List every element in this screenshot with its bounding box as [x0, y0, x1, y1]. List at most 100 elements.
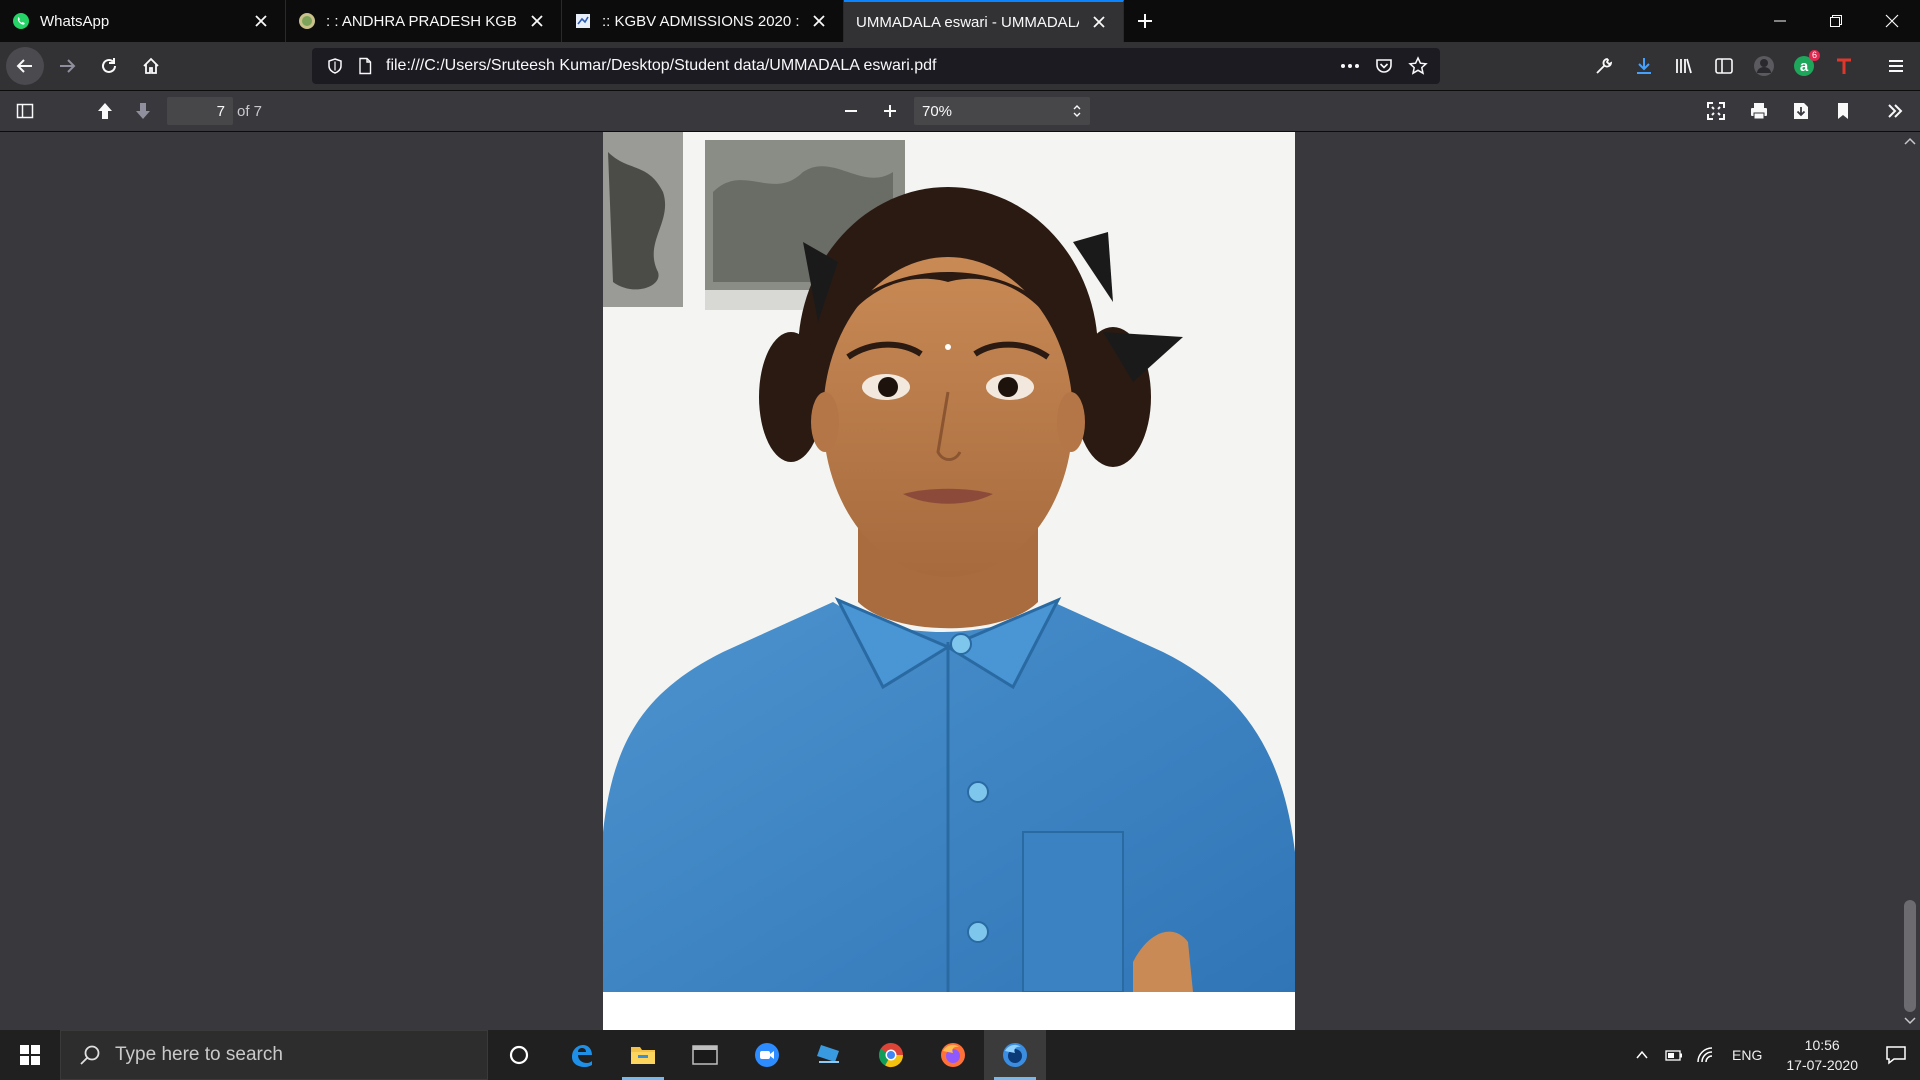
- taskbar-search[interactable]: Type here to search: [60, 1030, 488, 1080]
- scrollbar-thumb[interactable]: [1904, 900, 1916, 1012]
- bookmark-button[interactable]: [1824, 95, 1862, 127]
- scroll-down-icon[interactable]: [1900, 1014, 1920, 1028]
- shield-icon[interactable]: [326, 57, 344, 75]
- menu-icon[interactable]: [1876, 46, 1916, 86]
- bookmark-icon: [1838, 103, 1848, 119]
- wrench-icon[interactable]: [1584, 46, 1624, 86]
- presentation-mode-button[interactable]: [1697, 95, 1735, 127]
- zoom-value: 70%: [922, 102, 953, 120]
- start-button[interactable]: [0, 1030, 60, 1080]
- taskbar-app-presenter[interactable]: [798, 1030, 860, 1080]
- taskbar-zoom[interactable]: [736, 1030, 798, 1080]
- page-number-input[interactable]: [167, 97, 233, 125]
- taskbar-edge[interactable]: [550, 1030, 612, 1080]
- more-actions-icon[interactable]: [1338, 54, 1362, 78]
- close-window-button[interactable]: [1864, 0, 1920, 42]
- taskbar-firefox-nightly[interactable]: [984, 1030, 1046, 1080]
- notification-badge: 6: [1808, 50, 1820, 61]
- show-hidden-icons-button[interactable]: [1626, 1030, 1658, 1080]
- taskbar-file-explorer[interactable]: [612, 1030, 674, 1080]
- clock-time: 10:56: [1804, 1037, 1840, 1053]
- taskbar-clock[interactable]: 10:56 17-07-2020: [1772, 1035, 1872, 1075]
- arrow-left-icon: [16, 59, 32, 73]
- tools-button[interactable]: [1876, 95, 1914, 127]
- zoom-out-button[interactable]: [832, 95, 870, 127]
- close-icon[interactable]: [249, 9, 273, 33]
- input-language[interactable]: ENG: [1722, 1047, 1772, 1063]
- extension-a-icon[interactable]: a 6: [1784, 46, 1824, 86]
- system-tray: ENG 10:56 17-07-2020: [1626, 1030, 1920, 1080]
- print-button[interactable]: [1740, 95, 1778, 127]
- window-controls: [1752, 0, 1920, 42]
- toolbar-right: a 6: [1584, 42, 1920, 90]
- account-icon[interactable]: [1744, 46, 1784, 86]
- tab-whatsapp[interactable]: WhatsApp: [0, 0, 286, 42]
- extension-t-icon[interactable]: [1824, 46, 1864, 86]
- restore-icon: [1830, 15, 1842, 27]
- file-icon: [359, 57, 372, 75]
- close-icon: [1885, 14, 1899, 28]
- library-icon[interactable]: [1664, 46, 1704, 86]
- download-icon: [1794, 103, 1808, 119]
- taskbar-firefox[interactable]: [922, 1030, 984, 1080]
- folder-icon: [631, 1047, 655, 1064]
- bookmark-star-icon[interactable]: [1406, 54, 1430, 78]
- battery-button[interactable]: [1658, 1030, 1690, 1080]
- notification-icon: [1886, 1046, 1906, 1065]
- previous-page-button[interactable]: [86, 95, 124, 127]
- tab-andhra-pradesh-kgbv[interactable]: : : ANDHRA PRADESH KGBV : :: [286, 0, 562, 42]
- search-placeholder: Type here to search: [115, 1044, 283, 1065]
- scroll-up-icon[interactable]: [1900, 134, 1920, 148]
- taskbar-chrome[interactable]: [860, 1030, 922, 1080]
- pocket-icon[interactable]: [1372, 54, 1396, 78]
- back-button[interactable]: [6, 47, 44, 85]
- minimize-icon: [1774, 20, 1786, 22]
- sidebar-toggle-icon: [16, 103, 34, 119]
- minimize-button[interactable]: [1752, 0, 1808, 42]
- zoom-select[interactable]: 70%: [914, 97, 1090, 125]
- fullscreen-icon: [1707, 102, 1725, 120]
- reload-icon: [102, 58, 116, 73]
- cortana-circle-icon: [509, 1045, 529, 1065]
- tab-kgbv-admissions[interactable]: :: KGBV ADMISSIONS 2020 ::: [562, 0, 844, 42]
- download-icon[interactable]: [1624, 46, 1664, 86]
- toggle-sidebar-button[interactable]: [6, 95, 44, 127]
- address-bar[interactable]: file:///C:/Users/Sruteesh Kumar/Desktop/…: [312, 48, 1440, 84]
- double-chevron-right-icon: [1888, 104, 1903, 118]
- taskbar-terminal[interactable]: [674, 1030, 736, 1080]
- battery-icon: [1665, 1050, 1683, 1061]
- zoom-in-button[interactable]: [871, 95, 909, 127]
- chevron-up-icon: [1636, 1050, 1648, 1059]
- tab-ummadala-eswari[interactable]: UMMADALA eswari - UMMADALA: [844, 0, 1124, 42]
- pdf-viewer[interactable]: [0, 132, 1920, 1030]
- video-camera-icon: [755, 1043, 779, 1067]
- close-icon[interactable]: [1087, 10, 1111, 34]
- pdf-page: [603, 132, 1295, 1030]
- network-button[interactable]: [1690, 1030, 1722, 1080]
- svg-text:a: a: [1800, 58, 1809, 75]
- updown-caret-icon: [1072, 103, 1082, 123]
- sidebar-toggle-icon[interactable]: [1704, 46, 1744, 86]
- tab-title: WhatsApp: [40, 12, 110, 30]
- restore-button[interactable]: [1808, 0, 1864, 42]
- chrome-icon: [878, 1043, 903, 1068]
- search-icon: [80, 1045, 100, 1065]
- close-icon[interactable]: [807, 9, 831, 33]
- save-download-button[interactable]: [1782, 95, 1820, 127]
- plus-icon: [884, 105, 896, 117]
- arrow-down-icon: [136, 103, 150, 119]
- cortana-button[interactable]: [488, 1030, 550, 1080]
- home-button[interactable]: [132, 47, 170, 85]
- action-center-button[interactable]: [1872, 1030, 1920, 1080]
- next-page-button[interactable]: [124, 95, 162, 127]
- minus-icon: [845, 110, 857, 112]
- tab-title: UMMADALA eswari - UMMADALA: [856, 13, 1079, 31]
- reload-button[interactable]: [90, 47, 128, 85]
- new-tab-button[interactable]: [1124, 0, 1166, 42]
- forward-button[interactable]: [48, 47, 86, 85]
- close-icon[interactable]: [525, 9, 549, 33]
- clock-date: 17-07-2020: [1786, 1057, 1858, 1073]
- vertical-scrollbar[interactable]: [1900, 132, 1920, 1030]
- tab-strip: WhatsApp : : ANDHRA PRADESH KGBV : : :: …: [0, 0, 1920, 42]
- url-text[interactable]: file:///C:/Users/Sruteesh Kumar/Desktop/…: [386, 57, 1338, 75]
